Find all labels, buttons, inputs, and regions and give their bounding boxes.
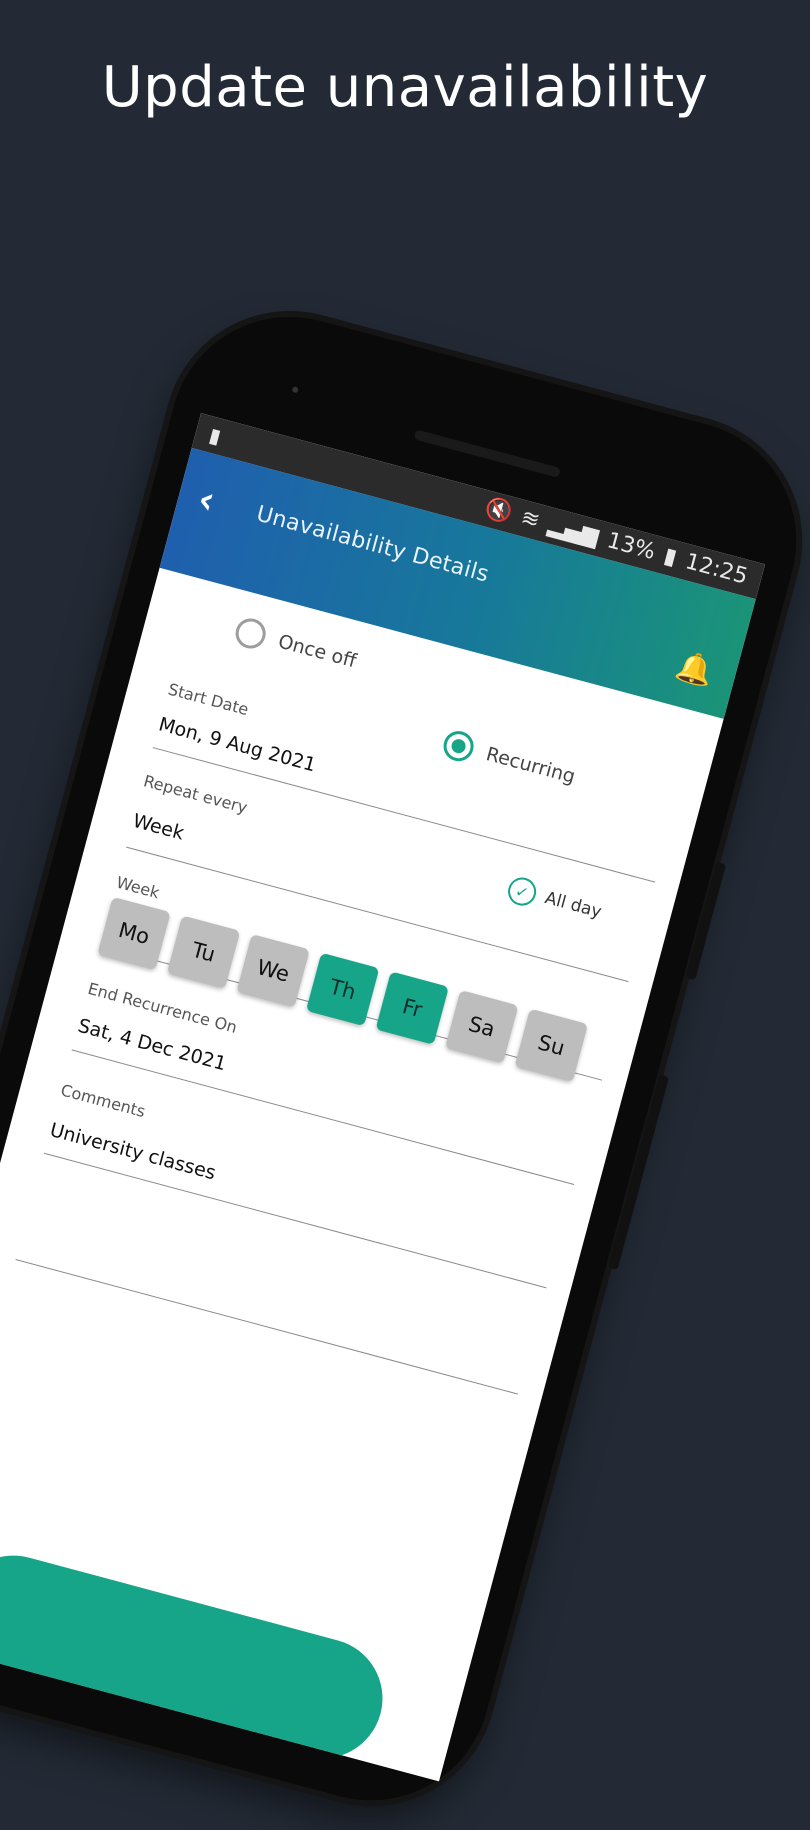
bell-icon[interactable]: 🔔 <box>672 647 717 690</box>
wifi-icon: ≋ <box>518 505 543 534</box>
day-toggle-tu[interactable]: Tu <box>166 915 241 989</box>
check-icon[interactable]: ✓ <box>504 874 540 909</box>
front-camera <box>291 386 299 394</box>
mute-icon: 🔇 <box>482 495 515 527</box>
battery-icon: ▮ <box>661 543 680 571</box>
start-date-value[interactable]: Mon, 9 Aug 2021 <box>156 713 318 776</box>
repeat-label: Repeat every <box>141 771 250 818</box>
battery-alert-icon: ▮ <box>206 422 224 449</box>
recurring-label: Recurring <box>483 743 578 788</box>
start-date-label: Start Date <box>166 679 251 720</box>
app-screen: ▮ 🔇 ≋ ▂▄▆ 13% ▮ 12:25 ‹ Unavailability D… <box>0 413 766 1782</box>
day-toggle-su[interactable]: Su <box>514 1008 589 1083</box>
all-day-toggle[interactable]: ✓ All day <box>504 874 605 926</box>
recurring-radio[interactable] <box>440 727 477 765</box>
comments-value[interactable]: University classes <box>48 1119 219 1184</box>
week-label: Week <box>114 872 162 903</box>
repeat-value[interactable]: Week <box>130 810 186 845</box>
comments-underline <box>43 1152 547 1289</box>
comments-box-underline <box>15 1259 519 1395</box>
once-off-radio[interactable] <box>232 615 270 652</box>
start-date-underline <box>152 747 656 883</box>
once-off-label: Once off <box>275 630 359 673</box>
chevron-left-icon[interactable]: ‹ <box>193 476 220 523</box>
once-off-option[interactable]: Once off <box>232 615 359 676</box>
earpiece <box>413 429 562 478</box>
all-day-label: All day <box>542 888 604 923</box>
phone-side-button <box>685 861 727 981</box>
battery-percent: 13% <box>604 528 659 565</box>
day-toggle-th[interactable]: Th <box>305 952 380 1027</box>
day-toggle-fr[interactable]: Fr <box>375 971 449 1045</box>
headline: Update unavailability <box>101 55 709 120</box>
day-toggle-mo[interactable]: Mo <box>97 896 171 971</box>
day-toggle-we[interactable]: We <box>236 934 310 1008</box>
save-button[interactable] <box>0 1542 396 1772</box>
recurring-option[interactable]: Recurring <box>440 727 578 792</box>
day-toggle-sa[interactable]: Sa <box>445 989 519 1064</box>
comments-label: Comments <box>58 1080 148 1122</box>
phone-frame: ▮ 🔇 ≋ ▂▄▆ 13% ▮ 12:25 ‹ Unavailability D… <box>0 290 810 1828</box>
